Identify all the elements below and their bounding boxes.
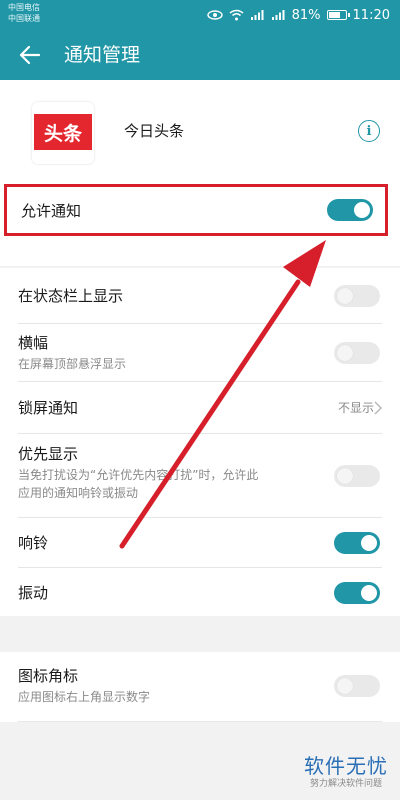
setting-row-status-bar[interactable]: 在状态栏上显示	[0, 268, 400, 324]
setting-row-ring[interactable]: 响铃	[0, 518, 400, 568]
app-name: 今日头条	[124, 122, 185, 140]
setting-row-vibrate[interactable]: 振动	[0, 568, 400, 616]
toggle-knob	[337, 678, 353, 694]
signal-1-icon	[250, 9, 265, 21]
settings-section: 在状态栏上显示 横幅 在屏幕顶部悬浮显示 锁屏通知 不显示 优先显示 当免打扰设…	[0, 268, 400, 616]
app-section: 头条 今日头条 i 允许通知	[0, 80, 400, 266]
lock-screen-value: 不显示	[337, 401, 374, 415]
setting-title: 在状态栏上显示	[18, 287, 124, 305]
app-logo-badge: 头条	[34, 114, 92, 150]
allow-notifications-label: 允许通知	[21, 202, 82, 220]
badge-section: 图标角标 应用图标右上角显示数字	[0, 652, 400, 722]
back-button[interactable]	[14, 40, 46, 70]
ring-toggle[interactable]	[334, 532, 380, 554]
info-button[interactable]: i	[358, 120, 380, 142]
toggle-knob	[354, 202, 370, 218]
title-bar: 通知管理	[0, 30, 400, 80]
page-title: 通知管理	[64, 44, 141, 66]
priority-toggle[interactable]	[334, 465, 380, 487]
setting-subtitle: 应用图标右上角显示数字	[18, 690, 151, 704]
setting-title: 横幅	[18, 334, 49, 352]
arrow-left-icon	[19, 45, 41, 65]
watermark-sub: 努力解决软件问题	[309, 779, 382, 789]
signal-2-icon	[271, 9, 286, 21]
setting-row-priority[interactable]: 优先显示 当免打扰设为“允许优先内容打扰”时，允许此 应用的通知响铃或振动	[0, 434, 400, 518]
allow-notifications-toggle[interactable]	[327, 199, 373, 221]
battery-level-fill	[328, 12, 340, 18]
badge-toggle[interactable]	[334, 675, 380, 697]
vibrate-toggle[interactable]	[334, 582, 380, 604]
setting-row-lock-screen[interactable]: 锁屏通知 不显示	[0, 382, 400, 434]
toggle-knob	[361, 535, 377, 551]
app-logo-text: 头条	[43, 122, 82, 145]
watermark-main: 软件无忧	[304, 754, 388, 778]
app-header: 头条 今日头条 i	[0, 80, 400, 184]
status-bar: 中国电信 中国联通 81% 11:20	[0, 0, 400, 30]
setting-title: 图标角标	[18, 667, 79, 685]
wifi-icon	[229, 9, 244, 21]
battery-percent: 81%	[291, 7, 321, 23]
setting-title: 优先显示	[18, 445, 79, 463]
app-logo: 头条	[32, 102, 94, 164]
carrier-2: 中国联通	[8, 14, 40, 23]
status-bar-toggle[interactable]	[334, 285, 380, 307]
status-icons: 81% 11:20	[206, 6, 390, 24]
toggle-knob	[337, 468, 353, 484]
watermark-logo: 软件无忧 努力解决软件问题	[304, 754, 388, 790]
setting-subtitle-line-1: 当免打扰设为“允许优先内容打扰”时，允许此	[18, 468, 259, 482]
chevron-right-icon	[374, 401, 382, 415]
divider	[18, 721, 382, 722]
setting-title: 锁屏通知	[18, 399, 79, 417]
allow-notifications-row[interactable]: 允许通知	[4, 184, 388, 236]
setting-row-banner[interactable]: 横幅 在屏幕顶部悬浮显示	[0, 324, 400, 382]
carrier-1: 中国电信	[8, 3, 40, 12]
toggle-knob	[337, 288, 353, 304]
setting-title: 响铃	[18, 534, 49, 552]
setting-subtitle: 在屏幕顶部悬浮显示	[18, 357, 127, 371]
battery-icon	[326, 10, 350, 20]
toggle-knob	[337, 345, 353, 361]
info-icon: i	[366, 123, 372, 139]
clock: 11:20	[352, 7, 390, 23]
setting-subtitle-line-2: 应用的通知响铃或振动	[18, 486, 139, 500]
banner-toggle[interactable]	[334, 342, 380, 364]
setting-row-badge[interactable]: 图标角标 应用图标右上角显示数字	[0, 652, 400, 722]
toggle-knob	[361, 585, 377, 601]
eye-icon	[206, 10, 223, 20]
notification-settings-screen: 中国电信 中国联通 81% 11:20 通知管理 头条 今日头条 i 允许通知 …	[0, 0, 400, 800]
setting-title: 振动	[18, 584, 49, 602]
